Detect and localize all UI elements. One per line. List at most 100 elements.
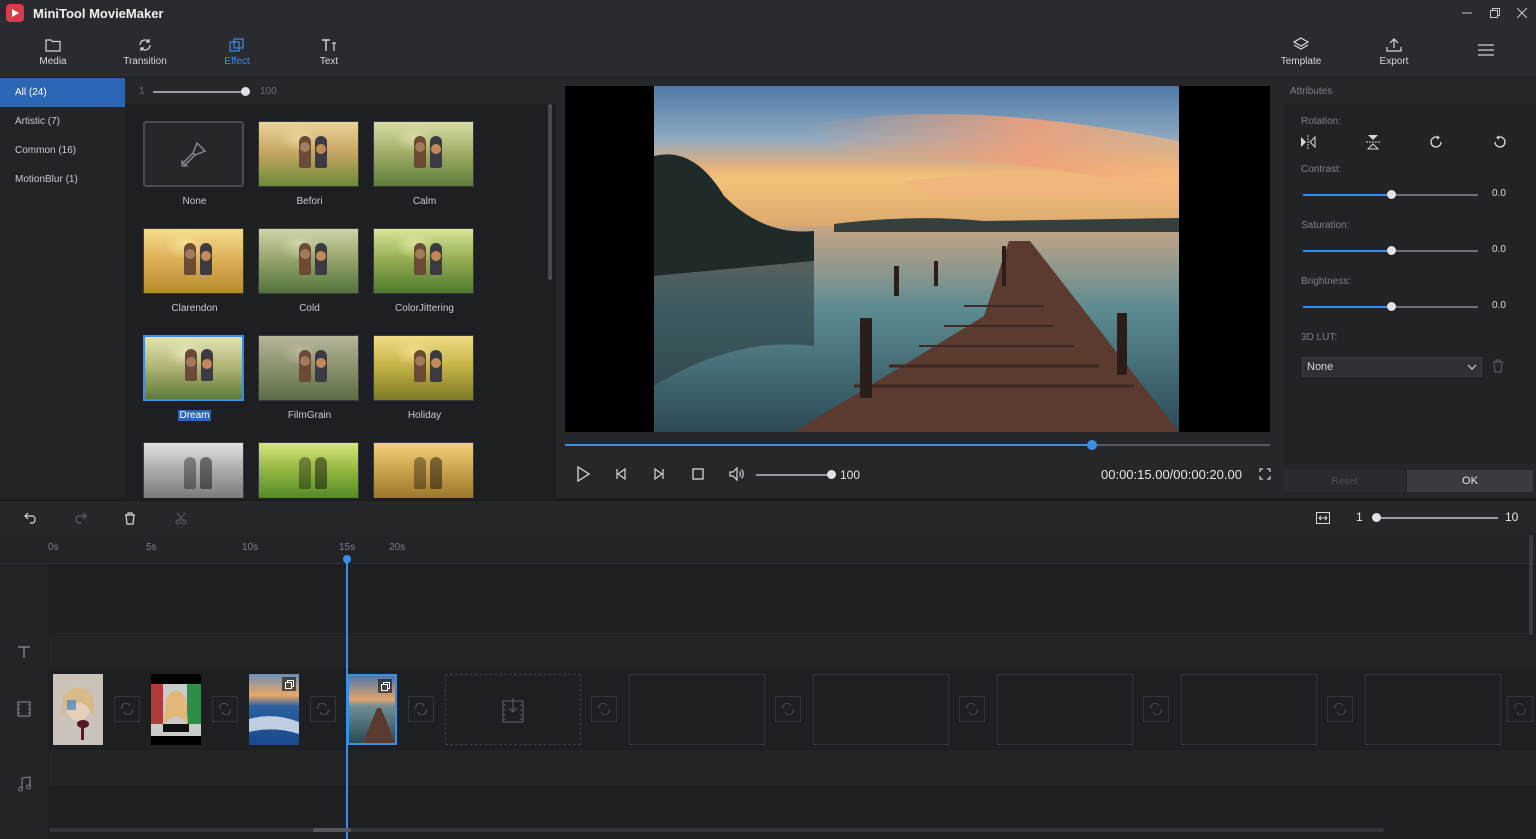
transition-slot[interactable] <box>1143 696 1169 722</box>
empty-clip-slot[interactable] <box>813 674 949 745</box>
trash-icon[interactable] <box>1492 359 1504 373</box>
export-button[interactable]: Export <box>1372 26 1416 78</box>
effect-thumbnail <box>373 335 474 401</box>
close-button[interactable] <box>1506 0 1536 26</box>
empty-clip-slot[interactable] <box>629 674 765 745</box>
effect-icon <box>229 38 245 52</box>
effect-item-dream[interactable]: Dream <box>143 335 246 421</box>
next-frame-button[interactable] <box>649 464 669 484</box>
time-ruler[interactable]: 0s 5s 10s 15s 20s <box>0 533 1536 564</box>
effect-item-calm[interactable]: Calm <box>373 121 476 207</box>
video-clip-3[interactable] <box>249 674 299 745</box>
ruler-tick: 0s <box>48 542 59 553</box>
video-clip-4[interactable] <box>347 674 397 745</box>
transition-slot[interactable] <box>959 696 985 722</box>
play-button[interactable] <box>573 464 593 484</box>
playback-progress-track[interactable] <box>565 444 1270 446</box>
empty-clip-slot[interactable] <box>1365 674 1501 745</box>
overlay-lane <box>49 564 1536 634</box>
playback-progress-knob[interactable] <box>1087 440 1097 450</box>
volume-value: 100 <box>840 468 860 482</box>
transition-slot[interactable] <box>212 696 238 722</box>
effect-thumbnail-partial[interactable] <box>258 442 359 498</box>
effect-button[interactable]: Effect <box>216 26 258 78</box>
effect-item-filmgrain[interactable]: FilmGrain <box>258 335 361 421</box>
effect-label-text: Cold <box>299 303 320 314</box>
ok-button[interactable]: OK <box>1407 470 1533 492</box>
effect-item-befori[interactable]: Befori <box>258 121 361 207</box>
hamburger-icon <box>1477 43 1495 57</box>
music-track-lane[interactable] <box>49 750 1536 786</box>
brightness-slider-knob[interactable] <box>1387 302 1396 311</box>
zoom-slider-knob[interactable] <box>1372 513 1381 522</box>
app-title: MiniTool MovieMaker <box>33 6 164 21</box>
transition-slot[interactable] <box>591 696 617 722</box>
stop-button[interactable] <box>688 464 708 484</box>
text-track-lane[interactable] <box>49 635 1536 669</box>
delete-button[interactable] <box>121 509 139 527</box>
fullscreen-button[interactable] <box>1255 464 1275 484</box>
reset-button[interactable]: Reset <box>1284 470 1405 492</box>
timeline-vertical-scrollbar[interactable] <box>1529 535 1533 635</box>
preview-frame-image <box>654 86 1179 432</box>
transition-slot[interactable] <box>310 696 336 722</box>
transition-slot[interactable] <box>775 696 801 722</box>
timeline-horizontal-scrollbar[interactable] <box>49 828 1384 832</box>
effect-thumbnail <box>258 335 359 401</box>
flip-vertical-icon <box>1366 134 1380 150</box>
transition-slot[interactable] <box>114 696 140 722</box>
transition-slot[interactable] <box>1507 696 1533 722</box>
volume-slider-knob[interactable] <box>827 470 836 479</box>
timeline-scroll-thumb[interactable] <box>313 828 351 832</box>
playhead[interactable] <box>346 557 348 839</box>
zoom-slider-track[interactable] <box>1376 517 1498 519</box>
saturation-slider-knob[interactable] <box>1387 246 1396 255</box>
add-media-drop-zone[interactable] <box>445 674 581 745</box>
effect-thumbnail-partial[interactable] <box>373 442 474 498</box>
empty-clip-slot[interactable] <box>997 674 1133 745</box>
effect-label: None <box>143 196 246 207</box>
lut-select[interactable]: None <box>1302 357 1482 377</box>
category-all[interactable]: All (24) <box>0 78 125 107</box>
transition-slot[interactable] <box>408 696 434 722</box>
intensity-slider-knob[interactable] <box>241 87 250 96</box>
rotate-counterclockwise-button[interactable] <box>1490 132 1510 152</box>
add-video-icon <box>502 697 524 723</box>
template-button[interactable]: Template <box>1276 26 1326 78</box>
clip-thumbnail <box>53 674 103 745</box>
effect-item-colorjittering[interactable]: ColorJittering <box>373 228 476 314</box>
effect-label-text: Befori <box>296 196 322 207</box>
paint-brush-icon <box>179 139 209 169</box>
effect-item-none[interactable]: None <box>143 121 246 207</box>
menu-button[interactable] <box>1474 26 1498 78</box>
intensity-slider-track[interactable] <box>153 91 245 93</box>
effect-thumbnail-partial[interactable] <box>143 442 244 498</box>
empty-clip-slot[interactable] <box>1181 674 1317 745</box>
effect-thumbnail <box>373 228 474 294</box>
video-clip-1[interactable] <box>53 674 103 745</box>
effects-scrollbar[interactable] <box>548 104 552 280</box>
media-button[interactable]: Media <box>30 26 76 78</box>
effect-item-holiday[interactable]: Holiday <box>373 335 476 421</box>
category-common[interactable]: Common (16) <box>0 136 125 165</box>
fit-timeline-button[interactable] <box>1314 509 1332 527</box>
contrast-slider-knob[interactable] <box>1387 190 1396 199</box>
volume-button[interactable] <box>727 464 747 484</box>
redo-button[interactable] <box>71 509 89 527</box>
brightness-label: Brightness: <box>1301 276 1351 287</box>
undo-button[interactable] <box>22 509 40 527</box>
transition-button[interactable]: Transition <box>118 26 172 78</box>
category-artistic[interactable]: Artistic (7) <box>0 107 125 136</box>
previous-frame-button[interactable] <box>611 464 631 484</box>
video-clip-2[interactable] <box>151 674 201 745</box>
rotate-clockwise-button[interactable] <box>1426 132 1446 152</box>
effect-item-cold[interactable]: Cold <box>258 228 361 314</box>
flip-horizontal-button[interactable] <box>1298 132 1318 152</box>
volume-slider-track[interactable] <box>756 474 830 476</box>
text-button[interactable]: Text <box>310 26 348 78</box>
category-motionblur[interactable]: MotionBlur (1) <box>0 165 125 194</box>
flip-vertical-button[interactable] <box>1363 132 1383 152</box>
effect-item-clarendon[interactable]: Clarendon <box>143 228 246 314</box>
transition-slot[interactable] <box>1327 696 1353 722</box>
split-button[interactable] <box>172 509 190 527</box>
